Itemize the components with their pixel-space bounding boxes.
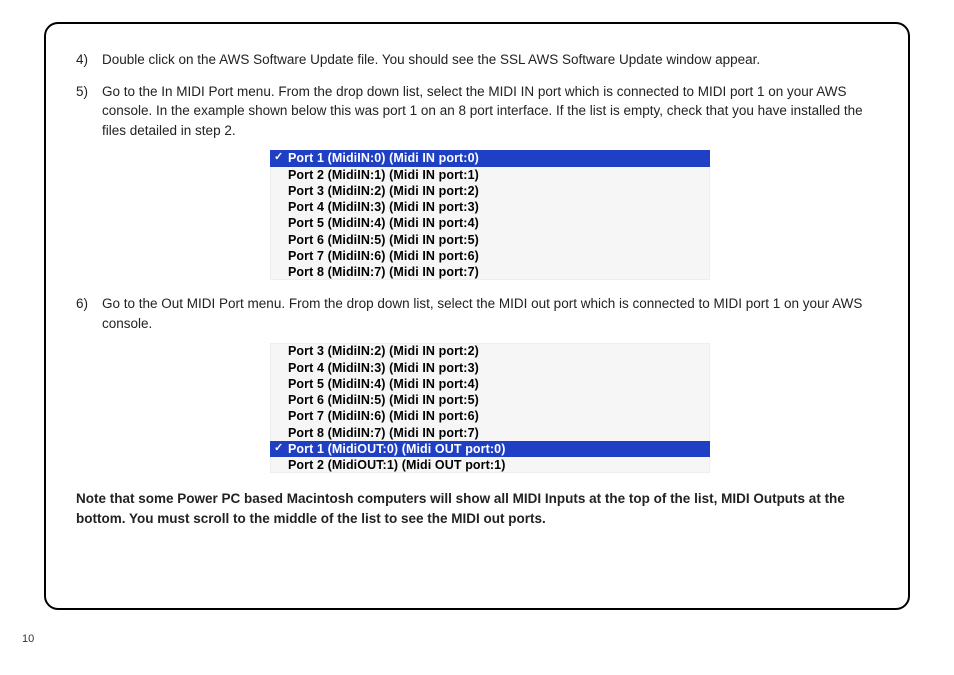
dropdown-option[interactable]: Port 4 (MidiIN:3) (Midi IN port:3) (270, 199, 710, 215)
midi-out-dropdown[interactable]: Port 3 (MidiIN:2) (Midi IN port:2) Port … (270, 343, 710, 473)
midi-in-dropdown[interactable]: Port 1 (MidiIN:0) (Midi IN port:0) Port … (270, 150, 710, 280)
dropdown-option[interactable]: Port 7 (MidiIN:6) (Midi IN port:6) (270, 248, 710, 264)
step-4: Double click on the AWS Software Update … (98, 50, 878, 70)
dropdown-option[interactable]: Port 6 (MidiIN:5) (Midi IN port:5) (270, 392, 710, 408)
content-frame: Double click on the AWS Software Update … (44, 22, 910, 610)
step-text: Go to the In MIDI Port menu. From the dr… (102, 84, 863, 138)
dropdown-option[interactable]: Port 6 (MidiIN:5) (Midi IN port:5) (270, 232, 710, 248)
dropdown-option[interactable]: Port 3 (MidiIN:2) (Midi IN port:2) (270, 183, 710, 199)
dropdown-option[interactable]: Port 2 (MidiOUT:1) (Midi OUT port:1) (270, 457, 710, 473)
dropdown-option[interactable]: Port 5 (MidiIN:4) (Midi IN port:4) (270, 215, 710, 231)
note-text: Note that some Power PC based Macintosh … (76, 489, 878, 528)
step-list: Double click on the AWS Software Update … (76, 50, 878, 473)
dropdown-option[interactable]: Port 8 (MidiIN:7) (Midi IN port:7) (270, 425, 710, 441)
document-page: Double click on the AWS Software Update … (0, 0, 954, 675)
step-6: Go to the Out MIDI Port menu. From the d… (98, 294, 878, 473)
dropdown-option[interactable]: Port 2 (MidiIN:1) (Midi IN port:1) (270, 167, 710, 183)
dropdown-option[interactable]: Port 8 (MidiIN:7) (Midi IN port:7) (270, 264, 710, 280)
dropdown-option[interactable]: Port 1 (MidiIN:0) (Midi IN port:0) (270, 150, 710, 166)
page-number: 10 (22, 633, 34, 645)
dropdown-option[interactable]: Port 5 (MidiIN:4) (Midi IN port:4) (270, 376, 710, 392)
dropdown-option[interactable]: Port 3 (MidiIN:2) (Midi IN port:2) (270, 343, 710, 359)
step-text: Double click on the AWS Software Update … (102, 52, 760, 67)
dropdown-option[interactable]: Port 7 (MidiIN:6) (Midi IN port:6) (270, 408, 710, 424)
step-5: Go to the In MIDI Port menu. From the dr… (98, 82, 878, 281)
step-text: Go to the Out MIDI Port menu. From the d… (102, 296, 862, 331)
dropdown-option[interactable]: Port 4 (MidiIN:3) (Midi IN port:3) (270, 360, 710, 376)
dropdown-option[interactable]: Port 1 (MidiOUT:0) (Midi OUT port:0) (270, 441, 710, 457)
